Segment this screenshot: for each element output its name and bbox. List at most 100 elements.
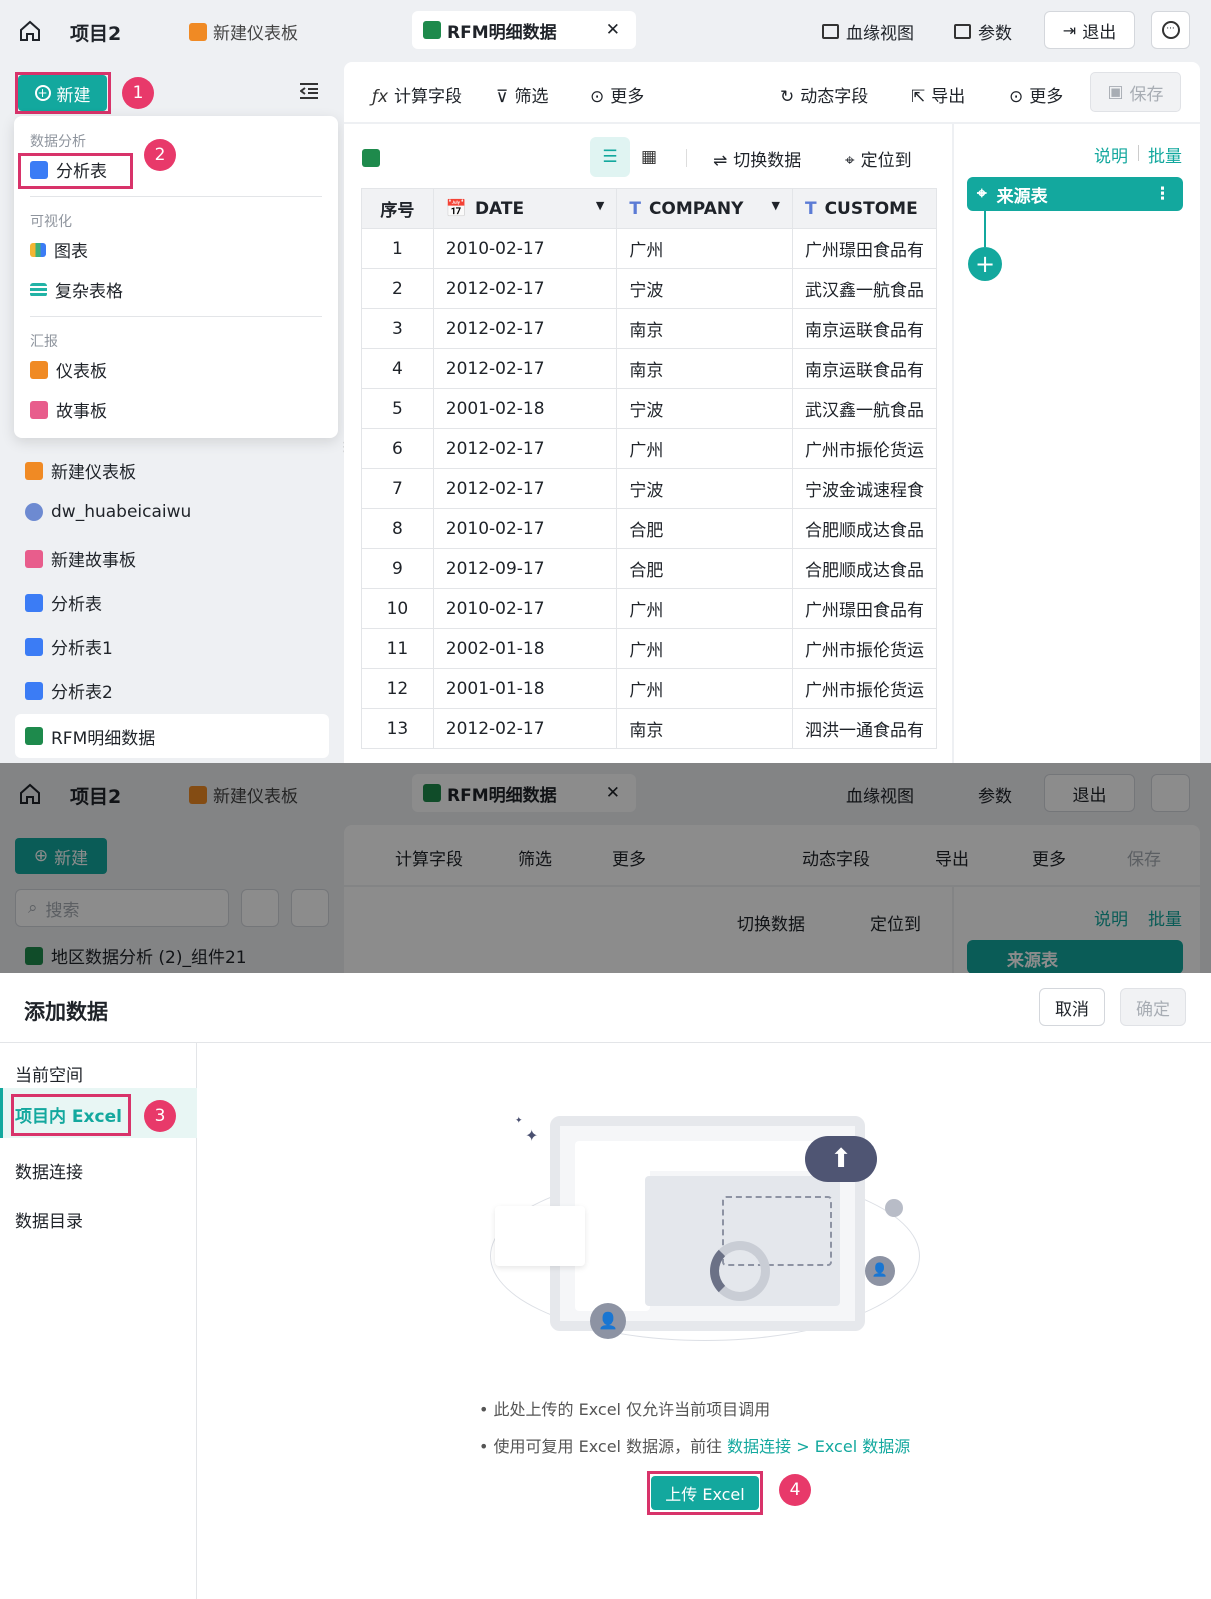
dropdown-arrow-icon[interactable]: ▼ [596, 199, 604, 212]
column-header-date[interactable]: 📅 DATE ▼ [432, 188, 618, 229]
step-badge-3: 3 [144, 1100, 176, 1132]
column-header-label: COMPANY [648, 198, 744, 219]
more-menu-button[interactable]: ··· [1151, 11, 1190, 49]
table-cell: 2010-02-17 [432, 588, 618, 629]
table-cell: 2012-02-17 [432, 348, 618, 389]
table-row[interactable]: 4 2012-02-17 南京 南京运联食品有 [361, 348, 937, 389]
table-row[interactable]: 5 2001-02-18 宁波 武汉鑫一航食品 [361, 388, 937, 429]
upload-illustration: ✦ ✦ ⬆ 👤 👤 [485, 1116, 925, 1366]
highlight-box-4 [647, 1471, 763, 1515]
panel-divider [1138, 145, 1139, 161]
save-button[interactable]: ▣ 保存 [1090, 72, 1181, 112]
date-type-icon: 📅 [445, 198, 467, 219]
table-cell: 宁波 [616, 468, 793, 509]
dropdown-arrow-icon[interactable]: ▼ [772, 199, 780, 212]
table-cell: 6 [361, 428, 434, 469]
data-table: 序号 📅 DATE ▼ T COMPANY ▼ T CUSTOME 1 2010-02-17… [361, 188, 937, 749]
dialog-title: 添加数据 [24, 1000, 108, 1024]
table-body: 1 2010-02-17 广州 广州璟田食品有 2 2012-02-17 宁波 武汉鑫一航食品… [361, 228, 937, 749]
params-icon [954, 24, 971, 39]
note-line-2: • 使用可复用 Excel 数据源，前往 数据连接 > Excel 数据源 [479, 1433, 910, 1457]
table-cell: 广州 [616, 668, 793, 709]
modal-overlay [0, 763, 1211, 973]
table-cell: 13 [361, 708, 434, 749]
table-cell: 2012-09-17 [432, 548, 618, 589]
batch-link[interactable]: 批量 [1148, 142, 1182, 167]
table-cell: 宁波金诚速程食 [791, 468, 937, 509]
table-cell: 2012-02-17 [432, 268, 618, 309]
table-cell: 2012-02-17 [432, 468, 618, 509]
illustration-sparkle-icon: ✦ [515, 1116, 523, 1126]
save-label: 保存 [1129, 84, 1164, 105]
exit-button[interactable]: ⇥ 退出 [1044, 11, 1135, 49]
source-table-label: 来源表 [996, 186, 1048, 207]
table-row[interactable]: 2 2012-02-17 宁波 武汉鑫一航食品 [361, 268, 937, 309]
kebab-icon[interactable]: ⋮ [1154, 184, 1171, 204]
cancel-label: 取消 [1055, 999, 1089, 1020]
column-header-company[interactable]: T COMPANY ▼ [616, 188, 793, 229]
table-cell: 11 [361, 628, 434, 669]
user-avatar-icon [885, 1199, 903, 1217]
table-cell: 宁波 [616, 388, 793, 429]
confirm-button[interactable]: 确定 [1120, 988, 1186, 1026]
more-button-2[interactable]: ⊙ 更多 [1009, 82, 1063, 107]
add-data-dialog: 添加数据 取消 确定 当前空间 项目内 Excel 数据连接 数据目录 3 ✦ … [0, 973, 1211, 1599]
more-icon: ⊙ [1009, 87, 1024, 107]
excel-datasource-link[interactable]: 数据连接 > Excel 数据源 [727, 1437, 910, 1456]
table-header-row: 序号 📅 DATE ▼ T COMPANY ▼ T CUSTOME [361, 188, 937, 229]
column-header-customer[interactable]: T CUSTOME [791, 188, 937, 229]
column-header-label: CUSTOME [824, 198, 918, 219]
crosshair-icon: ⌖ [977, 184, 987, 204]
table-cell: 南京运联食品有 [791, 308, 937, 349]
table-cell: 泗洪一通食品有 [791, 708, 937, 749]
params-button[interactable]: 参数 [954, 19, 1012, 44]
table-cell: 合肥 [616, 548, 793, 589]
nav-current-space[interactable]: 当前空间 [15, 1061, 83, 1086]
table-row[interactable]: 3 2012-02-17 南京 南京运联食品有 [361, 308, 937, 349]
table-cell: 2012-02-17 [432, 308, 618, 349]
exit-label: 退出 [1082, 22, 1117, 43]
column-header-index: 序号 [361, 188, 434, 229]
table-row[interactable]: 1 2010-02-17 广州 广州璟田食品有 [361, 228, 937, 269]
table-cell: 广州璟田食品有 [791, 228, 937, 269]
table-cell: 宁波 [616, 268, 793, 309]
table-cell: 2012-02-17 [432, 428, 618, 469]
table-cell: 2002-01-18 [432, 628, 618, 669]
table-row[interactable]: 11 2002-01-18 广州 广州市振伦货运 [361, 628, 937, 669]
save-icon: ▣ [1107, 82, 1124, 102]
table-cell: 南京 [616, 308, 793, 349]
cancel-button[interactable]: 取消 [1039, 988, 1105, 1026]
flow-line [984, 211, 986, 247]
table-cell: 3 [361, 308, 434, 349]
table-cell: 2001-01-18 [432, 668, 618, 709]
table-row[interactable]: 13 2012-02-17 南京 泗洪一通食品有 [361, 708, 937, 749]
table-cell: 广州市振伦货运 [791, 628, 937, 669]
table-cell: 武汉鑫一航食品 [791, 388, 937, 429]
table-cell: 南京 [616, 348, 793, 389]
illustration-donut [710, 1241, 770, 1301]
table-cell: 10 [361, 588, 434, 629]
table-row[interactable]: 8 2010-02-17 合肥 合肥顺成达食品 [361, 508, 937, 549]
note-line-2-text: • 使用可复用 Excel 数据源，前往 [479, 1437, 728, 1456]
table-cell: 2012-02-17 [432, 708, 618, 749]
table-row[interactable]: 9 2012-09-17 合肥 合肥顺成达食品 [361, 548, 937, 589]
table-row[interactable]: 10 2010-02-17 广州 广州璟田食品有 [361, 588, 937, 629]
table-cell: 广州 [616, 628, 793, 669]
text-type-icon: T [804, 198, 817, 219]
table-cell: 9 [361, 548, 434, 589]
table-cell: 广州璟田食品有 [791, 588, 937, 629]
source-table-node[interactable]: ⌖ 来源表 ⋮ [967, 177, 1183, 211]
add-step-button[interactable]: + [968, 247, 1002, 281]
table-cell: 南京运联食品有 [791, 348, 937, 389]
nav-data-catalog[interactable]: 数据目录 [15, 1207, 83, 1232]
explain-link[interactable]: 说明 [1094, 142, 1128, 167]
table-cell: 2001-02-18 [432, 388, 618, 429]
table-cell: 4 [361, 348, 434, 389]
note-line-1: • 此处上传的 Excel 仅允许当前项目调用 [479, 1400, 771, 1419]
table-cell: 合肥顺成达食品 [791, 548, 937, 589]
table-row[interactable]: 6 2012-02-17 广州 广州市振伦货运 [361, 428, 937, 469]
table-row[interactable]: 7 2012-02-17 宁波 宁波金诚速程食 [361, 468, 937, 509]
nav-data-connection[interactable]: 数据连接 [15, 1158, 83, 1183]
table-cell: 广州 [616, 428, 793, 469]
table-row[interactable]: 12 2001-01-18 广州 广州市振伦货运 [361, 668, 937, 709]
